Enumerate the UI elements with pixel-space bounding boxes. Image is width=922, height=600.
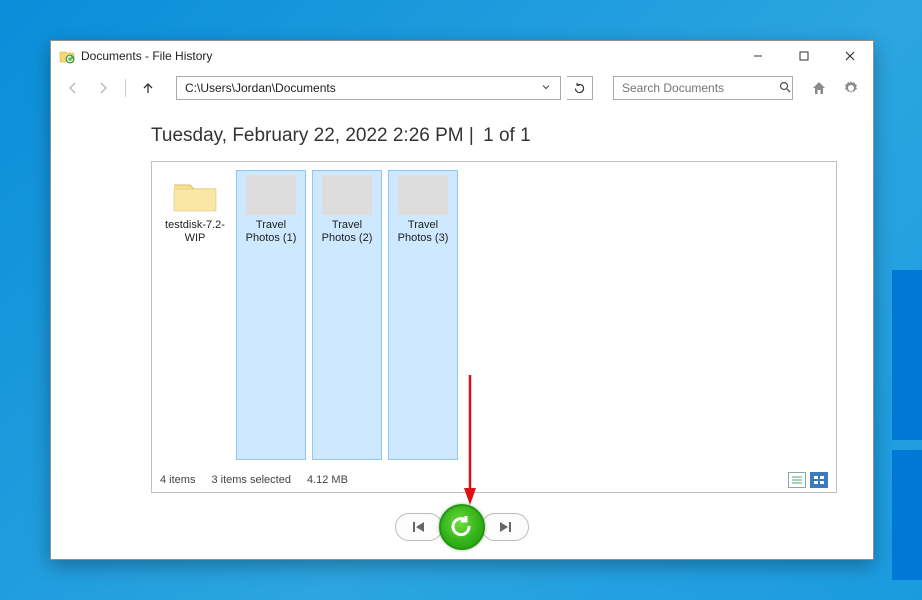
item-label: Travel Photos (2) <box>315 219 379 245</box>
address-text: C:\Users\Jordan\Documents <box>185 81 538 95</box>
search-icon[interactable] <box>779 81 791 96</box>
search-input[interactable] <box>620 80 779 96</box>
minimize-button[interactable] <box>735 41 781 71</box>
content-area: Tuesday, February 22, 2022 2:26 PM | 1 o… <box>51 105 873 503</box>
window-title: Documents - File History <box>81 49 212 63</box>
chevron-down-icon[interactable] <box>538 81 554 95</box>
home-icon[interactable] <box>807 76 831 100</box>
previous-version-button[interactable] <box>395 513 443 541</box>
item-label: Travel Photos (1) <box>239 219 303 245</box>
file-item[interactable]: Travel Photos (2) <box>312 170 382 460</box>
status-bar: 4 items 3 items selected 4.12 MB <box>152 468 836 492</box>
selection-count: 3 items selected <box>211 474 290 486</box>
up-button[interactable] <box>136 76 160 100</box>
version-header: Tuesday, February 22, 2022 2:26 PM | 1 o… <box>151 115 837 161</box>
folder-icon <box>170 175 220 215</box>
photo-thumbnail <box>322 175 372 215</box>
restore-button[interactable] <box>439 504 485 550</box>
item-label: Travel Photos (3) <box>391 219 455 245</box>
navigation-bar: C:\Users\Jordan\Documents <box>51 71 873 105</box>
item-count: 4 items <box>160 474 195 486</box>
file-item[interactable]: Travel Photos (1) <box>236 170 306 460</box>
next-version-button[interactable] <box>481 513 529 541</box>
item-label: testdisk-7.2-WIP <box>163 219 227 245</box>
header-sep: | <box>469 125 479 146</box>
address-bar[interactable]: C:\Users\Jordan\Documents <box>176 76 561 100</box>
title-bar: Documents - File History <box>51 41 873 71</box>
file-pane: testdisk-7.2-WIP Travel Photos (1) Travel … <box>151 161 837 493</box>
search-box[interactable] <box>613 76 793 100</box>
maximize-button[interactable] <box>781 41 827 71</box>
desktop-tile <box>892 450 922 580</box>
items-container[interactable]: testdisk-7.2-WIP Travel Photos (1) Travel … <box>152 162 836 468</box>
back-button[interactable] <box>61 76 85 100</box>
bottom-controls <box>51 503 873 559</box>
photo-thumbnail <box>398 175 448 215</box>
details-view-icon[interactable] <box>788 472 806 488</box>
desktop-tile <box>892 270 922 440</box>
close-button[interactable] <box>827 41 873 71</box>
version-page: 1 of 1 <box>483 125 531 146</box>
file-item[interactable]: Travel Photos (3) <box>388 170 458 460</box>
forward-button[interactable] <box>91 76 115 100</box>
file-history-window: Documents - File History C:\Users\Jordan… <box>50 40 874 560</box>
selection-size: 4.12 MB <box>307 474 348 486</box>
gear-icon[interactable] <box>839 76 863 100</box>
version-timestamp: Tuesday, February 22, 2022 2:26 PM <box>151 125 464 146</box>
photo-thumbnail <box>246 175 296 215</box>
thumbnails-view-icon[interactable] <box>810 472 828 488</box>
folder-item[interactable]: testdisk-7.2-WIP <box>160 170 230 460</box>
app-icon <box>59 48 75 64</box>
refresh-button[interactable] <box>567 76 593 100</box>
separator <box>125 79 126 97</box>
